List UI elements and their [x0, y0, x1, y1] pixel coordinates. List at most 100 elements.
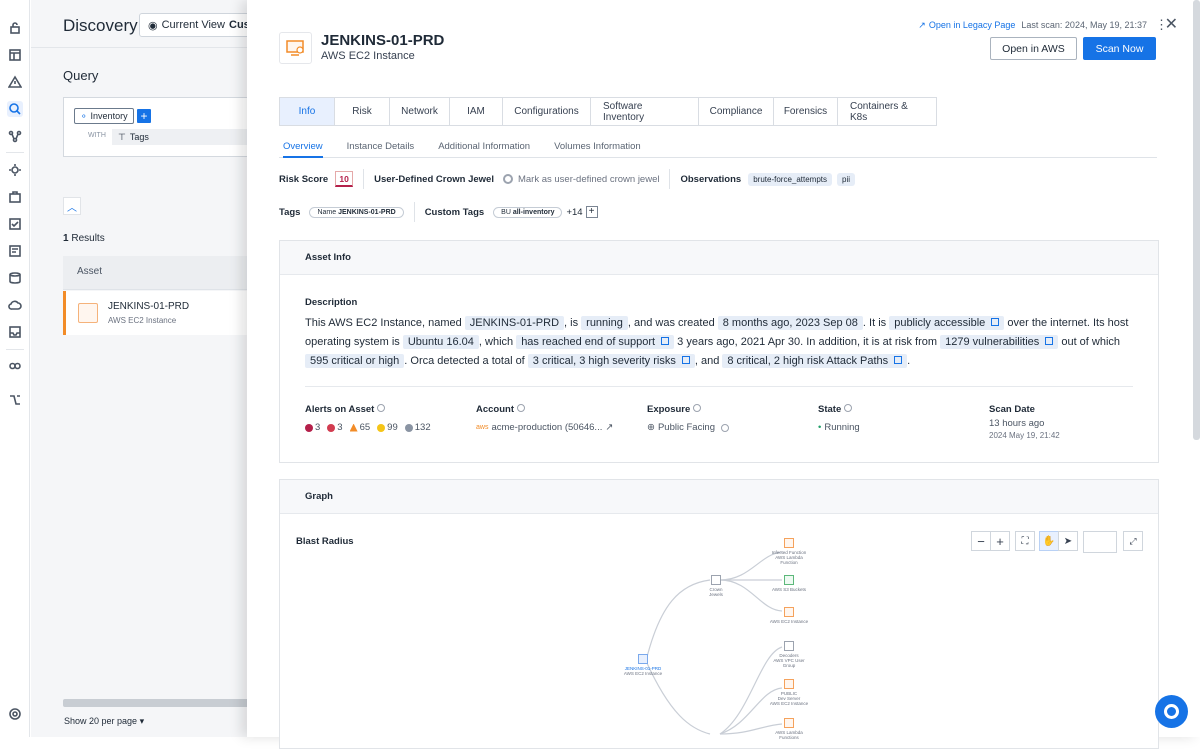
graph-node-crown-jewels[interactable]: Crown Jewels — [696, 575, 736, 597]
highlight-public-access[interactable]: publicly accessible — [889, 316, 1005, 330]
settings-cog-icon[interactable] — [7, 162, 23, 178]
risk-score-label: Risk Score — [279, 173, 329, 185]
ec2-instance-icon — [78, 303, 98, 323]
graph-node-s3[interactable]: AWS S3 Buckets — [769, 575, 809, 592]
asset-title: JENKINS-01-PRD — [321, 32, 445, 49]
tab-network[interactable]: Network — [390, 98, 450, 125]
highlight-state[interactable]: running — [581, 316, 628, 330]
custom-tag-pill[interactable]: BU all-inventory — [493, 206, 563, 218]
alert-counts[interactable]: 3 3 65 99 132 — [305, 422, 435, 433]
tab-risk[interactable]: Risk — [335, 98, 390, 125]
account-link[interactable]: aws acme-production (50646... ↗ — [476, 422, 613, 433]
nav-rail — [0, 0, 30, 737]
subtab-instance-details[interactable]: Instance Details — [347, 138, 415, 158]
tab-forensics[interactable]: Forensics — [774, 98, 838, 125]
more-tags-count[interactable]: +14 — [566, 207, 582, 218]
briefcase-icon[interactable] — [7, 189, 23, 205]
highlight-risks[interactable]: 3 critical, 3 high severity risks — [527, 354, 695, 368]
subtab-overview[interactable]: Overview — [283, 138, 323, 158]
query-builder: ⚬ Inventory + WITH ⊤ Tags — [63, 97, 263, 157]
tags-label: Tags — [279, 206, 301, 218]
vertical-scrollbar[interactable] — [1193, 0, 1200, 440]
discovery-search-icon[interactable] — [7, 101, 23, 117]
lock-icon[interactable] — [7, 20, 23, 36]
tab-configurations[interactable]: Configurations — [503, 98, 591, 125]
gear-icon[interactable] — [7, 706, 23, 722]
asset-column-header[interactable]: Asset — [63, 256, 263, 290]
tab-info[interactable]: Info — [280, 98, 335, 125]
highlight-critical-high[interactable]: 595 critical or high — [305, 354, 405, 368]
highlight-vulnerabilities[interactable]: 1279 vulnerabilities — [940, 335, 1059, 349]
observation-chip[interactable]: pii — [837, 172, 856, 186]
tag-pill[interactable]: Name JENKINS-01-PRD — [309, 206, 404, 218]
graph-title: Graph — [280, 480, 1158, 514]
mark-crown-jewel-link[interactable]: Mark as user-defined crown jewel — [518, 174, 660, 185]
table-row[interactable]: JENKINS-01-PRD AWS EC2 Instance — [63, 291, 263, 335]
observation-chip[interactable]: brute-force_attempts — [748, 172, 833, 186]
highlight-os[interactable]: Ubuntu 16.04 — [402, 335, 479, 349]
graph-icon[interactable] — [7, 128, 23, 144]
asset-name: JENKINS-01-PRD — [108, 301, 190, 312]
medium-alert-icon — [349, 423, 358, 432]
panel-topbar: ↗ Open in Legacy Page Last scan: 2024, Ma… — [918, 17, 1168, 33]
report-icon[interactable] — [7, 243, 23, 259]
graph-node-lambda[interactable]: Infected Function AWS Lambda Function — [769, 538, 809, 565]
dashboard-icon[interactable] — [7, 47, 23, 63]
integrations-icon[interactable] — [7, 358, 23, 374]
tags-row: Tags Name JENKINS-01-PRD Custom Tags BU … — [279, 202, 598, 222]
crown-jewel-label: User-Defined Crown Jewel — [374, 173, 494, 185]
add-tag-button[interactable]: + — [585, 206, 598, 218]
graph-node-dev-server[interactable]: PUBLIC Dev Server AWS EC2 Instance — [769, 679, 809, 706]
info-icon — [377, 404, 386, 412]
per-page-select[interactable]: Show 20 per page ▾ — [64, 716, 144, 727]
inventory-label: Inventory — [90, 111, 128, 121]
tags-condition[interactable]: ⊤ Tags — [112, 129, 262, 145]
risk-score-badge[interactable]: 10 — [335, 171, 354, 187]
tab-compliance[interactable]: Compliance — [699, 98, 774, 125]
scan-now-button[interactable]: Scan Now — [1083, 37, 1156, 60]
crown-jewel-toggle-icon[interactable] — [502, 174, 513, 184]
subtab-additional-information[interactable]: Additional Information — [438, 138, 530, 158]
tag-icon: ⊤ — [118, 131, 126, 142]
current-view-button[interactable]: ◉ Current View Custo — [139, 13, 259, 37]
info-icon — [844, 404, 853, 412]
add-condition-button[interactable]: + — [137, 109, 151, 123]
tab-iam[interactable]: IAM — [450, 98, 503, 125]
low-alert-icon — [377, 423, 386, 432]
state-field: State • Running — [818, 404, 860, 433]
subtab-volumes-information[interactable]: Volumes Information — [554, 138, 641, 158]
graph-node-decoders[interactable]: Decoders AWS VPC User Group — [769, 641, 809, 668]
sub-tabs: Overview Instance Details Additional Inf… — [279, 138, 1157, 158]
automation-icon[interactable] — [7, 392, 23, 408]
inbox-icon[interactable] — [7, 324, 23, 340]
collapse-query-button[interactable]: ︿ — [63, 197, 81, 215]
asset-info-card: Asset Info Description This AWS EC2 Inst… — [279, 240, 1159, 463]
cloud-icon[interactable] — [7, 297, 23, 313]
open-in-aws-button[interactable]: Open in AWS — [990, 37, 1077, 60]
external-link-icon: ↗ — [918, 19, 926, 30]
main-tabs: Info Risk Network IAM Configurations Sof… — [279, 97, 937, 126]
graph-node-ec2[interactable]: AWS EC2 Instance — [769, 607, 809, 624]
database-icon[interactable] — [7, 270, 23, 286]
summary-row: Risk Score 10 User-Defined Crown Jewel M… — [279, 169, 856, 189]
graph-node-center[interactable]: JENKINS-01-PRD AWS EC2 Instance — [623, 654, 663, 676]
external-link-icon — [1045, 337, 1054, 345]
checklist-icon[interactable] — [7, 216, 23, 232]
inventory-icon: ⚬ — [80, 110, 88, 121]
info-icon — [693, 404, 702, 412]
info-alert-icon — [404, 423, 413, 432]
tab-containers-k8s[interactable]: Containers & K8s — [838, 98, 936, 125]
close-icon[interactable]: ✕ — [1165, 14, 1178, 34]
tab-software-inventory[interactable]: Software Inventory — [591, 98, 699, 125]
horizontal-scrollbar[interactable] — [63, 699, 263, 707]
highlight-eos[interactable]: has reached end of support — [516, 335, 675, 349]
open-legacy-link[interactable]: ↗ Open in Legacy Page — [918, 20, 1015, 31]
highlight-attack-paths[interactable]: 8 critical, 2 high risk Attack Paths — [722, 354, 908, 368]
help-chat-button[interactable] — [1155, 695, 1188, 728]
asset-detail-panel: ↗ Open in Legacy Page Last scan: 2024, Ma… — [247, 0, 1200, 749]
inventory-pill[interactable]: ⚬ Inventory — [74, 108, 134, 124]
with-label: WITH — [88, 132, 106, 139]
alert-icon[interactable] — [7, 74, 23, 90]
highlight-asset-name[interactable]: JENKINS-01-PRD — [464, 316, 565, 330]
highlight-created[interactable]: 8 months ago, 2023 Sep 08 — [717, 316, 863, 330]
